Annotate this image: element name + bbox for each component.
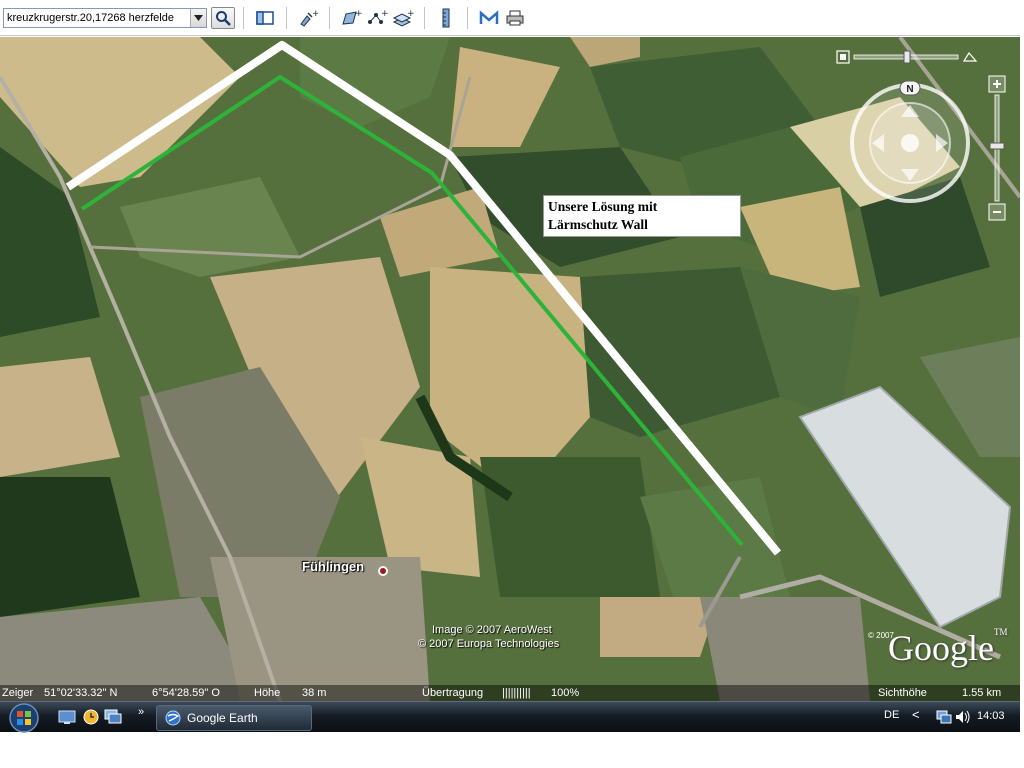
svg-text:+: + (355, 9, 362, 19)
add-image-overlay-button[interactable]: + (392, 7, 414, 29)
ruler-button[interactable] (435, 7, 457, 29)
compass-north-label: N (906, 84, 913, 95)
toolbar: + + + + (0, 0, 1020, 36)
add-polygon-button[interactable]: + (340, 7, 362, 29)
center-joystick-icon[interactable] (901, 134, 919, 152)
toolbar-separator (243, 6, 244, 29)
toolbar-separator (424, 6, 425, 29)
sidebar-toggle-icon (256, 10, 274, 25)
add-path-icon: + (368, 9, 388, 24)
network-icon[interactable] (936, 710, 952, 724)
annotation-line-1: Unsere Lösung mit (548, 199, 658, 214)
add-path-button[interactable]: + (366, 7, 388, 29)
svg-text:+: + (312, 9, 318, 19)
add-placemark-button[interactable]: + (297, 7, 319, 29)
email-icon (479, 9, 499, 24)
svg-text:+: + (407, 9, 414, 19)
taskbar-google-earth-button[interactable]: Google Earth (156, 705, 312, 731)
search-dropdown-button[interactable] (190, 8, 206, 27)
switch-windows-icon[interactable] (104, 709, 122, 725)
map-view[interactable]: Unsere Lösung mit Lärmschutz Wall Fühlin… (0, 37, 1020, 701)
tray-expand-button[interactable]: < (912, 707, 920, 722)
add-polygon-icon: + (342, 9, 362, 25)
navigation-control[interactable]: N (848, 81, 972, 205)
tilt-slider[interactable] (836, 49, 980, 65)
volume-icon[interactable] (956, 710, 970, 724)
taskbar-app-label: Google Earth (187, 711, 258, 725)
view-height-value: 1.55 km (962, 687, 1002, 699)
taskbar: » Google Earth DE < 14:03 (0, 701, 1020, 733)
email-button[interactable] (478, 7, 500, 29)
quick-launch-more[interactable]: » (138, 706, 144, 718)
zoom-thumb[interactable] (989, 142, 1005, 150)
transfer-label: Übertragung (422, 687, 484, 699)
start-button[interactable] (5, 703, 43, 733)
ruler-icon (442, 8, 450, 27)
google-logo-text: Google (888, 628, 994, 668)
print-button[interactable] (504, 7, 526, 29)
add-placemark-icon: + (300, 9, 318, 27)
annotation-box: Unsere Lösung mit Lärmschutz Wall (543, 195, 741, 237)
pointer-label: Zeiger (2, 687, 34, 699)
tilt-max-icon[interactable] (962, 51, 978, 62)
dropdown-arrow-icon (194, 14, 203, 21)
transfer-percent: 100% (551, 687, 580, 699)
google-logo: GoogleTM (888, 627, 1007, 669)
credit-line-1: Image © 2007 AeroWest (432, 624, 552, 636)
transfer-progress-bar: |||||||||| (502, 687, 531, 699)
clock-time[interactable]: 14:03 (977, 710, 1005, 722)
google-earth-icon (165, 710, 181, 726)
search-box (3, 7, 207, 28)
sidebar-toggle-button[interactable] (254, 7, 276, 29)
place-label[interactable]: Fühlingen (302, 559, 364, 574)
imagery-credits: Image © 2007 AeroWest © 2007 Europa Tech… (418, 623, 559, 651)
toolbar-separator (286, 6, 287, 29)
latitude-value: 51°02'33.32" N (44, 687, 118, 699)
tilt-thumb[interactable] (903, 50, 911, 64)
elevation-label: Höhe (254, 687, 281, 699)
toolbar-separator (467, 6, 468, 29)
annotation-line-2: Lärmschutz Wall (548, 217, 648, 232)
search-icon (216, 10, 231, 26)
clock-icon[interactable] (82, 709, 100, 725)
credit-line-2: © 2007 Europa Technologies (418, 638, 560, 650)
place-marker-icon[interactable] (378, 566, 388, 576)
svg-text:+: + (381, 9, 388, 19)
print-icon (506, 10, 524, 25)
view-height-label: Sichthöhe (878, 687, 927, 699)
tilt-min-icon-inner (840, 54, 846, 60)
zoom-slider[interactable] (988, 75, 1006, 221)
map-status-bar: Zeiger 51°02'33.32" N 6°54'28.59" O Höhe… (0, 685, 1020, 701)
google-trademark: TM (993, 627, 1008, 637)
show-desktop-icon[interactable] (58, 709, 76, 725)
longitude-value: 6°54'28.59" O (152, 687, 220, 699)
search-button[interactable] (211, 6, 235, 29)
add-image-overlay-icon: + (392, 9, 414, 27)
language-indicator[interactable]: DE (884, 709, 899, 721)
search-input[interactable] (4, 8, 190, 27)
elevation-value: 38 m (302, 687, 327, 699)
toolbar-separator (329, 6, 330, 29)
system-tray (936, 710, 970, 724)
